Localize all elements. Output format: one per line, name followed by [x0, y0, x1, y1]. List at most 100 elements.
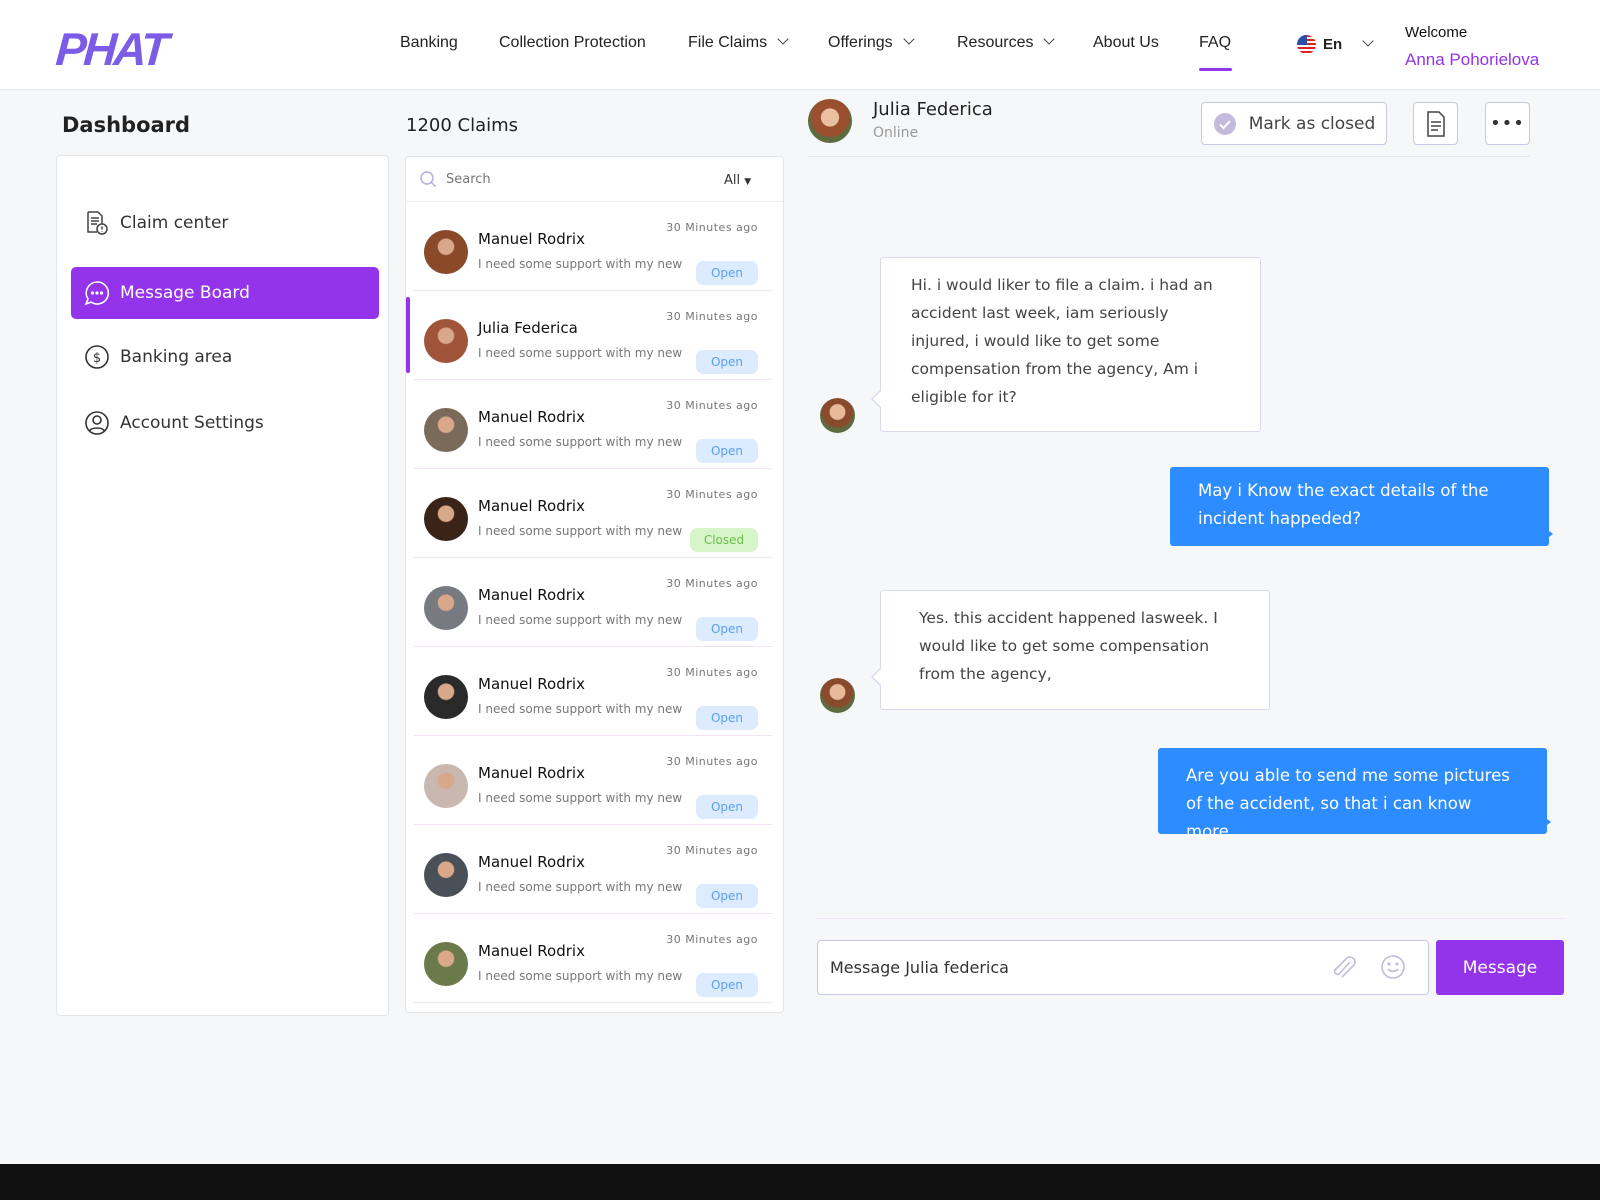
sidebar-item-claim-center[interactable]: Claim center: [71, 197, 379, 249]
claim-doc-icon: [87, 211, 108, 235]
selected-indicator: [406, 297, 410, 373]
chevron-down-icon: [1362, 35, 1374, 47]
search-input[interactable]: [446, 167, 646, 191]
claim-row[interactable]: Manuel Rodrix 30 Minutes ago I need some s…: [414, 380, 772, 469]
claim-row[interactable]: Julia Federica 30 Minutes ago I need some …: [406, 291, 772, 380]
outgoing-message: Are you able to send me some pictures of…: [1158, 748, 1551, 841]
claimant-name: Manuel Rodrix: [478, 942, 585, 960]
avatar: [424, 408, 468, 452]
nav-label: Resources: [957, 34, 1034, 51]
claim-row[interactable]: Manuel Rodrix 30 Minutes ago I need some s…: [414, 558, 772, 647]
nav-collection-protection[interactable]: Collection Protection: [499, 34, 646, 52]
status-badge: Closed: [690, 528, 758, 552]
document-button[interactable]: [1413, 102, 1458, 145]
claim-time: 30 Minutes ago: [666, 577, 758, 590]
claim-row[interactable]: Manuel Rodrix 30 Minutes ago I need some s…: [414, 825, 772, 914]
nav-about-us[interactable]: About Us: [1093, 34, 1159, 52]
status-badge: Open: [696, 706, 758, 730]
claimant-name: Manuel Rodrix: [478, 230, 585, 248]
language-label: En: [1323, 36, 1343, 53]
send-message-button[interactable]: Message: [1436, 940, 1564, 995]
claimant-name: Manuel Rodrix: [478, 497, 585, 515]
svg-text:$: $: [93, 351, 101, 366]
phat-logo[interactable]: PHAT: [54, 22, 168, 76]
user-icon: [85, 411, 109, 435]
claim-time: 30 Minutes ago: [666, 488, 758, 501]
page-title: Dashboard: [62, 113, 191, 137]
user-name[interactable]: Anna Pohorielova: [1405, 50, 1539, 70]
claim-time: 30 Minutes ago: [666, 844, 758, 857]
more-options-button[interactable]: •••: [1485, 102, 1530, 145]
search-icon: [420, 171, 436, 187]
claim-preview: I need some support with my new: [478, 702, 683, 716]
sidebar-item-message-board[interactable]: Message Board: [71, 267, 379, 319]
claimant-name: Manuel Rodrix: [478, 853, 585, 871]
contact-avatar: [808, 99, 852, 143]
claim-row[interactable]: Manuel Rodrix 30 Minutes ago I need some s…: [414, 202, 772, 291]
emoji-icon[interactable]: [1380, 954, 1406, 980]
us-flag-icon[interactable]: [1297, 35, 1316, 54]
claim-preview: I need some support with my new: [478, 346, 683, 360]
claimant-name: Manuel Rodrix: [478, 408, 585, 426]
contact-name: Julia Federica: [873, 99, 993, 120]
sidebar-item-label: Banking area: [120, 347, 233, 367]
chevron-down-icon: [777, 33, 789, 45]
claim-time: 30 Minutes ago: [666, 310, 758, 323]
avatar: [424, 942, 468, 986]
incoming-message: Hi. i would liker to file a claim. i had…: [871, 257, 1261, 432]
contact-status: Online: [873, 125, 919, 141]
sidebar-item-account-settings[interactable]: Account Settings: [71, 397, 379, 449]
claim-preview: I need some support with my new: [478, 257, 683, 271]
sidebar-item-label: Account Settings: [120, 413, 264, 433]
chevron-down-icon: [1043, 33, 1056, 45]
claim-time: 30 Minutes ago: [666, 221, 758, 234]
dollar-icon: $: [85, 345, 109, 369]
claim-row[interactable]: Manuel Rodrix 30 Minutes ago I need some s…: [414, 647, 772, 736]
status-badge: Open: [696, 261, 758, 285]
status-badge: Open: [696, 350, 758, 374]
claim-time: 30 Minutes ago: [666, 399, 758, 412]
claimant-name: Manuel Rodrix: [478, 764, 585, 782]
composer-divider: [815, 918, 1565, 919]
message-input[interactable]: [830, 953, 1300, 981]
message-avatar: [820, 398, 855, 433]
claim-row[interactable]: Manuel Rodrix 30 Minutes ago I need some s…: [414, 469, 772, 558]
nav-resources[interactable]: Resources: [957, 33, 1056, 52]
claim-preview: I need some support with my new: [478, 435, 683, 449]
paperclip-icon[interactable]: [1330, 954, 1356, 982]
nav-file-claims[interactable]: File Claims: [688, 33, 789, 52]
avatar: [424, 230, 468, 274]
avatar: [424, 497, 468, 541]
status-badge: Open: [696, 439, 758, 463]
top-header: PHAT Banking Collection Protection File …: [0, 0, 1600, 90]
claim-preview: I need some support with my new: [478, 880, 683, 894]
avatar: [424, 586, 468, 630]
claim-time: 30 Minutes ago: [666, 666, 758, 679]
claimant-name: Manuel Rodrix: [478, 586, 585, 604]
claim-preview: I need some support with my new: [478, 613, 683, 627]
claimant-name: Manuel Rodrix: [478, 675, 585, 693]
nav-faq[interactable]: FAQ: [1199, 34, 1231, 52]
nav-banking[interactable]: Banking: [400, 34, 458, 52]
chat-header-divider: [808, 156, 1530, 157]
mark-as-closed-button[interactable]: Mark as closed: [1201, 102, 1387, 145]
claim-row[interactable]: Manuel Rodrix 30 Minutes ago I need some s…: [414, 736, 772, 825]
incoming-message: Yes. this accident happened lasweek. I w…: [871, 590, 1270, 710]
filter-dropdown[interactable]: All ▼: [724, 173, 751, 188]
status-badge: Open: [696, 795, 758, 819]
avatar: [424, 675, 468, 719]
avatar: [424, 319, 468, 363]
bottom-bar: [0, 1164, 1600, 1200]
status-badge: Open: [696, 973, 758, 997]
claim-row[interactable]: Manuel Rodrix 30 Minutes ago I need some s…: [414, 914, 772, 1003]
check-circle-icon: [1213, 112, 1236, 135]
sidebar-item-label: Claim center: [120, 213, 229, 233]
nav-offerings[interactable]: Offerings: [828, 33, 915, 52]
chat-icon: [84, 281, 110, 306]
sidebar-item-banking-area[interactable]: $ Banking area: [71, 331, 379, 383]
active-nav-underline: [1199, 68, 1232, 71]
avatar: [424, 764, 468, 808]
claim-preview: I need some support with my new: [478, 524, 683, 538]
claim-time: 30 Minutes ago: [666, 755, 758, 768]
language-selector[interactable]: En: [1323, 35, 1374, 53]
